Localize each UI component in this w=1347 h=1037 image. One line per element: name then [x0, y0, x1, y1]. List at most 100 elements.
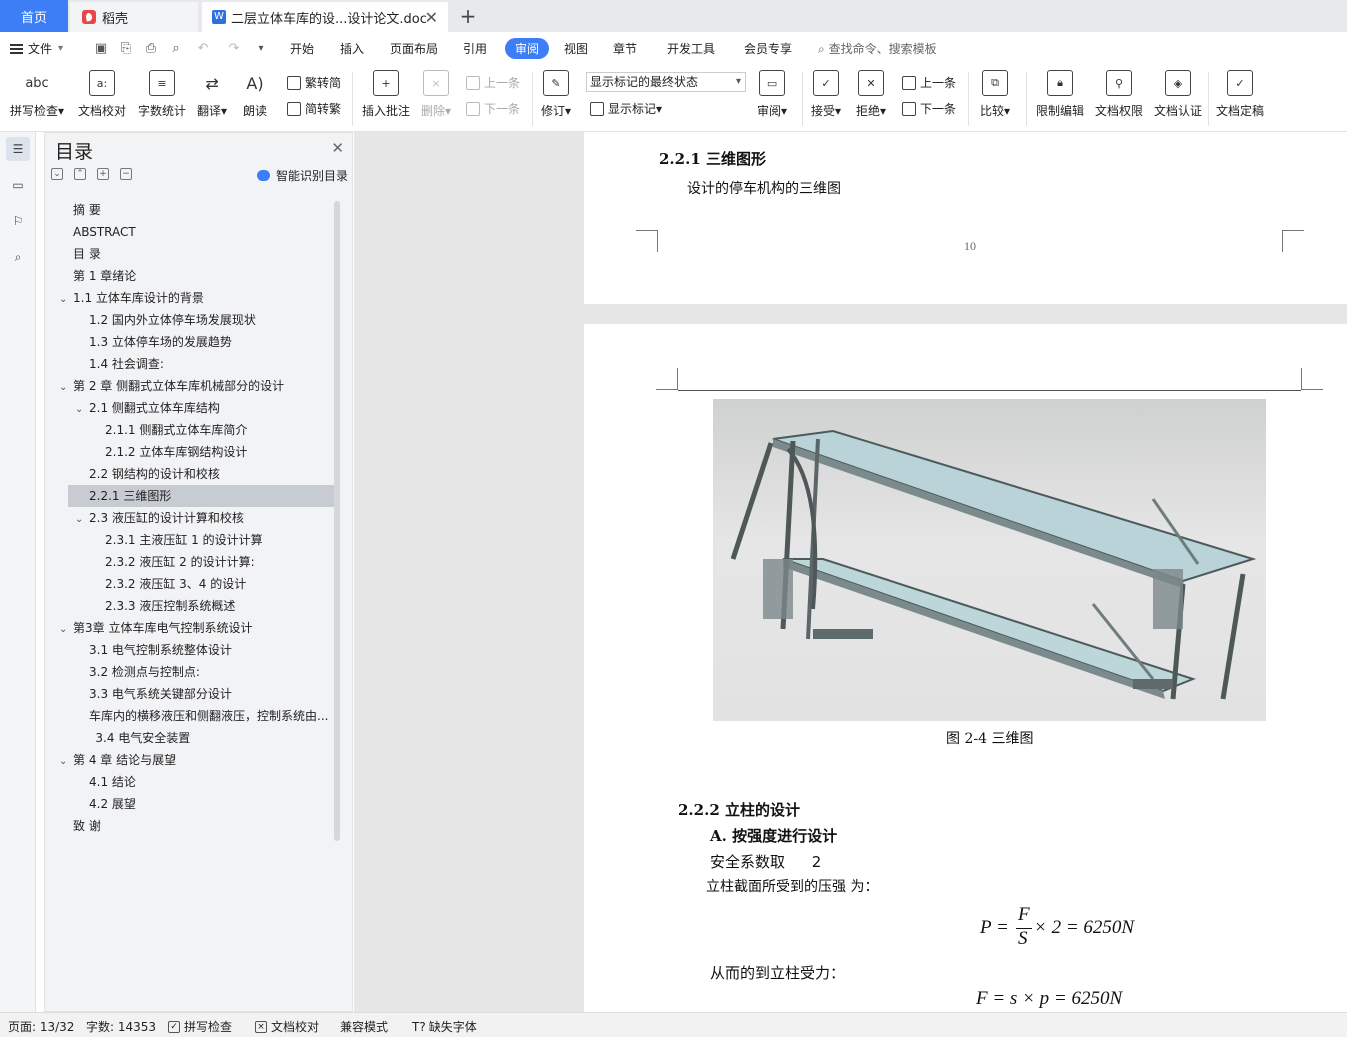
tab-daoke[interactable]: 稻壳 — [70, 2, 198, 32]
toc-item[interactable]: 第 1 章绪论 — [45, 265, 335, 287]
toc-item[interactable]: 2.1.2 立体车库钢结构设计 — [45, 441, 335, 463]
add-heading-icon[interactable]: + — [97, 168, 109, 180]
toc-item[interactable]: ⌄ 2.1 侧翻式立体车库结构 — [45, 397, 335, 419]
expand-all-icon[interactable]: ⌄ — [51, 168, 63, 180]
doc-permission-button[interactable]: ⚲ 文档权限 — [1095, 70, 1143, 119]
word-count-indicator[interactable]: 字数: 14353 — [86, 1018, 156, 1035]
new-tab-button[interactable]: + — [456, 2, 480, 30]
missing-font-button[interactable]: T? 缺失字体 — [412, 1018, 477, 1035]
toc-item[interactable]: 2.2.1 三维图形 — [68, 485, 334, 507]
tab-view[interactable]: 视图 — [564, 40, 588, 57]
toc-item[interactable]: ⌄ 2.3 液压缸的设计计算和校核 — [45, 507, 335, 529]
chapter-nav-icon[interactable]: ▭ — [6, 173, 30, 197]
compare-button[interactable]: ⧉ 比较▾ — [980, 70, 1010, 119]
insert-comment-button[interactable]: + 插入批注 — [362, 70, 410, 119]
bookmark-icon[interactable]: ⚐ — [6, 209, 30, 233]
undo-icon[interactable]: ↶ — [194, 39, 212, 57]
toc-scrollbar[interactable] — [334, 201, 340, 841]
toc-panel-icon[interactable]: ☰ — [6, 137, 30, 161]
tab-start[interactable]: 开始 — [290, 40, 314, 57]
redo-icon[interactable]: ↷ — [225, 39, 243, 57]
toc-item[interactable]: 1.2 国内外立体停车场发展现状 — [45, 309, 335, 331]
track-changes-button[interactable]: ✎ 修订▾ — [541, 70, 571, 119]
toc-item[interactable]: 1.3 立体停车场的发展趋势 — [45, 331, 335, 353]
spell-check-button[interactable]: abc 拼写检查▾ — [10, 70, 64, 119]
review-pane-button[interactable]: ▭ 审阅▾ — [757, 70, 787, 119]
toc-item[interactable]: 2.1.1 侧翻式立体车库简介 — [45, 419, 335, 441]
remove-heading-icon[interactable]: − — [120, 168, 132, 180]
read-aloud-button[interactable]: A) 朗读 — [242, 70, 268, 119]
collapse-all-icon[interactable]: ⌃ — [74, 168, 86, 180]
delete-comment-button[interactable]: × 删除▾ — [421, 70, 451, 119]
toc-item[interactable]: 致 谢 — [45, 815, 335, 837]
file-menu-button[interactable]: 文件 ▾ — [10, 40, 63, 57]
close-icon[interactable]: ✕ — [331, 139, 344, 157]
toc-item[interactable]: 3.1 电气控制系统整体设计 — [45, 639, 335, 661]
page-indicator[interactable]: 页面: 13/32 — [8, 1018, 74, 1035]
toc-item[interactable]: ⌄ 第 4 章 结论与展望 — [45, 749, 335, 771]
find-icon[interactable]: ⌕ — [6, 245, 30, 269]
toc-item[interactable]: 2.3.2 液压缸 2 的设计计算: — [45, 551, 335, 573]
reject-button[interactable]: ✕ 拒绝▾ — [856, 70, 886, 119]
toc-item[interactable]: 2.3.2 液压缸 3、4 的设计 — [45, 573, 335, 595]
doc-cert-button[interactable]: ◈ 文档认证 — [1154, 70, 1202, 119]
toc-item[interactable]: 车库内的横移液压和侧翻液压，控制系统由... — [45, 705, 335, 727]
next-comment-button[interactable]: 下一条 — [466, 100, 520, 117]
markup-mode-select[interactable]: 显示标记的最终状态 — [586, 72, 746, 92]
export-pdf-icon[interactable]: ⎘ — [117, 39, 135, 57]
quick-access-more-icon[interactable]: ▾ — [252, 39, 270, 57]
translate-button[interactable]: ⇄ 翻译▾ — [197, 70, 227, 119]
save-icon[interactable]: ▣ — [92, 39, 110, 57]
print-preview-icon[interactable]: ⌕ — [167, 39, 185, 57]
chevron-down-icon[interactable]: ⌄ — [59, 619, 69, 639]
toc-item[interactable]: 2.2 钢结构的设计和校核 — [45, 463, 335, 485]
tab-review[interactable]: 审阅 — [505, 38, 550, 59]
toc-item[interactable]: 4.2 展望 — [45, 793, 335, 815]
chevron-down-icon[interactable]: ⌄ — [59, 751, 69, 771]
toc-item[interactable]: 1.4 社会调查: — [45, 353, 335, 375]
close-tab-icon[interactable]: ✕ — [425, 8, 438, 27]
toc-item[interactable]: 4.1 结论 — [45, 771, 335, 793]
accept-button[interactable]: ✓ 接受▾ — [811, 70, 841, 119]
toc-item[interactable]: 摘 要 — [45, 199, 335, 221]
toc-item[interactable]: 3.3 电气系统关键部分设计 — [45, 683, 335, 705]
toc-item[interactable]: ABSTRACT — [45, 221, 335, 243]
doc-proof-button[interactable]: a: 文档校对 — [78, 70, 126, 119]
chevron-down-icon[interactable]: ⌄ — [75, 509, 85, 529]
tab-member[interactable]: 会员专享 — [744, 40, 792, 57]
toc-item[interactable]: 3.2 检测点与控制点: — [45, 661, 335, 683]
smart-toc-button[interactable]: 智能识别目录 — [256, 167, 348, 184]
toc-item[interactable]: ⌄ 1.1 立体车库设计的背景 — [45, 287, 335, 309]
tab-developer[interactable]: 开发工具 — [667, 40, 715, 57]
status-spell-check[interactable]: ✓ 拼写检查 — [168, 1018, 232, 1035]
next-change-button[interactable]: 下一条 — [902, 100, 956, 117]
restrict-edit-button[interactable]: 🔒︎ 限制编辑 — [1036, 70, 1084, 119]
toc-item[interactable]: 3.4 电气安全装置 — [45, 727, 335, 749]
command-search[interactable]: ⌕ 查找命令、搜索模板 — [818, 40, 937, 57]
status-doc-proof[interactable]: × 文档校对 — [255, 1018, 319, 1035]
trad-to-simp-button[interactable]: 繁转简 — [287, 74, 341, 91]
tab-document[interactable]: W 二层立体车库的设...设计论文.doc ✕ — [202, 2, 448, 32]
print-icon[interactable]: ⎙ — [142, 39, 160, 57]
tab-page-layout[interactable]: 页面布局 — [390, 40, 438, 57]
word-count-button[interactable]: ≡ 字数统计 — [138, 70, 186, 119]
document-area[interactable]: 2.2.1 三维图形 设计的停车机构的三维图 10 图 2-4 三维图 2.2.… — [354, 132, 1347, 1012]
tab-references[interactable]: 引用 — [463, 40, 487, 57]
prev-comment-button[interactable]: 上一条 — [466, 74, 520, 91]
chevron-down-icon[interactable]: ⌄ — [59, 289, 69, 309]
toc-item[interactable]: ⌄ 第 2 章 侧翻式立体车库机械部分的设计 — [45, 375, 335, 397]
toc-item[interactable]: 2.3.1 主液压缸 1 的设计计算 — [45, 529, 335, 551]
tab-home[interactable]: 首页 — [0, 0, 68, 32]
doc-finalize-button[interactable]: ✓ 文档定稿 — [1216, 70, 1264, 119]
toc-item[interactable]: ⌄ 第3章 立体车库电气控制系统设计 — [45, 617, 335, 639]
chevron-down-icon[interactable]: ⌄ — [59, 377, 69, 397]
simp-to-trad-button[interactable]: 简转繁 — [287, 100, 341, 117]
chevron-down-icon[interactable]: ⌄ — [75, 399, 85, 419]
prev-change-button[interactable]: 上一条 — [902, 74, 956, 91]
tab-chapter[interactable]: 章节 — [613, 40, 637, 57]
show-markup-button[interactable]: 显示标记▾ — [590, 100, 662, 117]
toc-item[interactable]: 2.3.3 液压控制系统概述 — [45, 595, 335, 617]
tab-insert[interactable]: 插入 — [340, 40, 364, 57]
compat-mode-indicator[interactable]: 兼容模式 — [340, 1018, 388, 1035]
toc-item[interactable]: 目 录 — [45, 243, 335, 265]
